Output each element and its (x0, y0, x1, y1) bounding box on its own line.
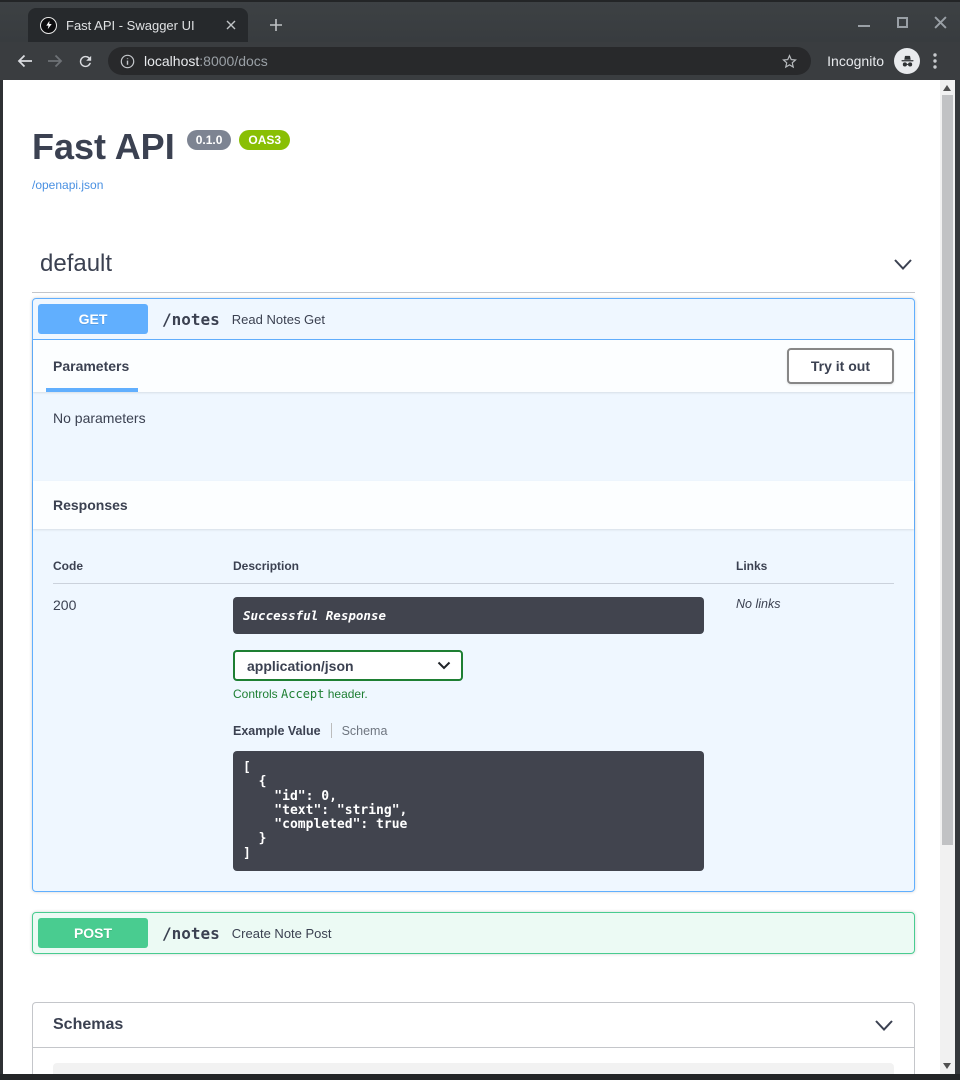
maximize-button[interactable] (894, 14, 910, 30)
get-method-button[interactable]: GET (38, 304, 148, 334)
tab-close-icon[interactable] (222, 16, 240, 34)
select-chevron-down-icon (437, 661, 451, 670)
response-description: Successful Response (233, 597, 704, 634)
incognito-icon (894, 48, 920, 74)
minimize-button[interactable] (856, 14, 872, 30)
no-parameters-text: No parameters (33, 392, 914, 481)
scrollbar-down-arrow[interactable] (943, 1063, 951, 1069)
response-links: No links (736, 584, 894, 871)
fastapi-favicon-icon (40, 17, 57, 34)
controls-accept-note: Controls Accept header. (233, 687, 736, 701)
schemas-header[interactable]: Schemas (33, 1003, 914, 1048)
parameters-tab-underline (46, 388, 138, 392)
post-summary-text: Create Note Post (232, 926, 332, 941)
example-json-block[interactable]: [ { "id": 0, "text": "string", "complete… (233, 751, 704, 871)
tab-example-value[interactable]: Example Value (233, 724, 321, 738)
code-column-header: Code (53, 559, 233, 584)
response-description-cell: Successful Response application/json Con… (233, 584, 736, 871)
get-path: /notes (162, 310, 220, 329)
url-text[interactable]: localhost:8000/docs (144, 53, 780, 69)
try-it-out-button[interactable]: Try it out (787, 348, 894, 384)
window-frame-right (955, 80, 960, 1074)
reload-icon[interactable] (70, 46, 100, 76)
page-viewport: Fast API 0.1.0 OAS3 /openapi.json defaul… (3, 80, 940, 1074)
url-host: localhost (144, 53, 199, 69)
get-summary-text: Read Notes Get (232, 312, 325, 327)
forward-icon[interactable] (40, 46, 70, 76)
page-title: Fast API (32, 126, 175, 168)
schemas-title: Schemas (53, 1016, 123, 1034)
version-badge: 0.1.0 (187, 130, 232, 150)
post-notes-summary[interactable]: POST /notes Create Note Post (33, 913, 914, 953)
schemas-body: Note (33, 1048, 914, 1074)
scrollbar-up-arrow[interactable] (943, 85, 951, 91)
openapi-spec-link[interactable]: /openapi.json (32, 178, 103, 192)
scrollbar-thumb[interactable] (942, 95, 953, 845)
response-code: 200 (53, 584, 233, 871)
url-bar[interactable]: localhost:8000/docs (108, 47, 811, 75)
model-example-tabs: Example Value Schema (233, 723, 736, 738)
browser-tab[interactable]: Fast API - Swagger UI (28, 8, 248, 42)
oas3-badge: OAS3 (239, 130, 290, 150)
back-icon[interactable] (10, 46, 40, 76)
links-column-header: Links (736, 559, 894, 584)
page-info-icon[interactable] (120, 54, 135, 69)
browser-window: Fast API - Swagger UI localho (0, 0, 960, 1080)
new-tab-button[interactable] (262, 11, 290, 39)
chevron-down-icon[interactable] (874, 1019, 894, 1032)
responses-body: Code Description Links 200 Successful Re… (33, 529, 914, 891)
close-button[interactable] (932, 14, 948, 30)
post-method-button[interactable]: POST (38, 918, 148, 948)
model-container-note: Note (53, 1063, 894, 1074)
window-frame-bottom (0, 1074, 960, 1080)
controls-accept-code: Accept (281, 687, 324, 701)
parameters-header: Parameters Try it out (33, 340, 914, 392)
get-notes-summary[interactable]: GET /notes Read Notes Get (33, 299, 914, 340)
description-column-header: Description (233, 559, 736, 584)
tab-schema[interactable]: Schema (342, 724, 388, 738)
url-path: :8000/docs (199, 53, 268, 69)
opblock-get-notes: GET /notes Read Notes Get Parameters Try… (32, 298, 915, 892)
responses-header: Responses (33, 481, 914, 529)
controls-suffix: header. (324, 687, 367, 701)
api-info: Fast API 0.1.0 OAS3 /openapi.json (32, 126, 915, 194)
chevron-down-icon[interactable] (893, 258, 913, 271)
responses-title: Responses (53, 497, 128, 513)
media-type-value: application/json (247, 658, 354, 674)
page-scrollbar[interactable] (940, 80, 955, 1074)
window-controls (856, 2, 948, 42)
tab-parameters[interactable]: Parameters (53, 358, 129, 374)
incognito-label: Incognito (827, 53, 884, 69)
schemas-section: Schemas Note (32, 1002, 915, 1074)
response-row-200: 200 Successful Response application/json… (53, 584, 894, 871)
browser-toolbar: localhost:8000/docs Incognito (0, 42, 960, 80)
bookmark-star-icon[interactable] (780, 52, 799, 71)
post-path: /notes (162, 924, 220, 943)
tag-section-default[interactable]: default (32, 250, 915, 293)
tab-divider (331, 723, 332, 738)
browser-menu-icon[interactable] (920, 46, 950, 76)
tag-title: default (40, 250, 112, 278)
controls-prefix: Controls (233, 687, 281, 701)
browser-titlebar: Fast API - Swagger UI (0, 0, 960, 42)
media-type-select[interactable]: application/json (233, 650, 463, 681)
tab-title: Fast API - Swagger UI (66, 18, 222, 33)
opblock-post-notes: POST /notes Create Note Post (32, 912, 915, 954)
